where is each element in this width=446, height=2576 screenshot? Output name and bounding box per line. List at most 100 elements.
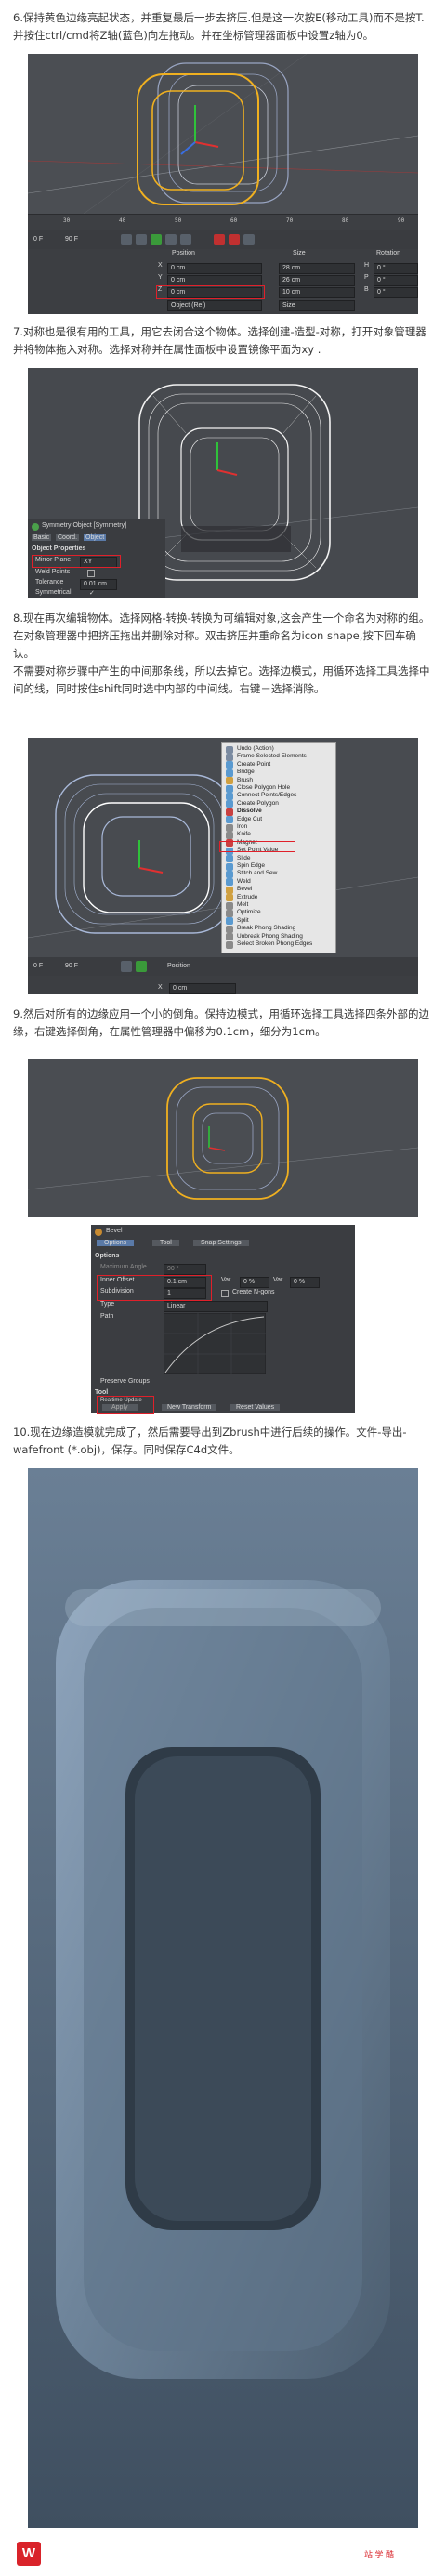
position-header: Position [167, 963, 190, 969]
menu-item-create-point[interactable]: Create Point [237, 761, 270, 768]
step7-screenshot: Symmetry Object [Symmetry] Basic Coord. … [28, 368, 418, 598]
menu-item-icon [226, 933, 233, 941]
current-frame[interactable]: 0 F [33, 236, 43, 243]
menu-item-select-broken-phong-edges[interactable]: Select Broken Phong Edges [237, 940, 312, 947]
size-x-field[interactable]: 28 cm [279, 263, 355, 274]
first-frame-button[interactable] [121, 234, 132, 245]
maximum-angle-value: 90 ° [167, 1266, 179, 1272]
axis-label: Y [158, 274, 163, 281]
render-viewport[interactable] [28, 1468, 418, 2528]
menu-item-connect-points-edges[interactable]: Connect Points/Edges [237, 792, 296, 798]
menu-item-icon [226, 878, 233, 887]
size-z-field[interactable]: 10 cm [279, 287, 355, 298]
rot-b-field[interactable]: 0 ° [374, 287, 418, 298]
prev-frame-button[interactable] [136, 234, 147, 245]
position-x-value: 0 cm [173, 985, 188, 992]
menu-item-unbreak-phong-shading[interactable]: Unbreak Phong Shading [237, 933, 303, 940]
play-button[interactable] [136, 961, 147, 972]
var-field-1[interactable]: 0 % [240, 1277, 269, 1288]
menu-item-knife[interactable]: Knife [237, 831, 251, 837]
new-transform-button[interactable]: New Transform [162, 1404, 217, 1411]
create-ngons-label: Create N-gons [232, 1289, 275, 1295]
tab-snap-settings[interactable]: Snap Settings [193, 1240, 249, 1246]
step9-text: 9.然后对所有的边缘应用一个小的倒角。保持边模式，用循环选择工具选择四条外部的边… [13, 1007, 429, 1038]
position-x-field[interactable]: 0 cm [167, 263, 262, 274]
rot-h-field[interactable]: 0 ° [374, 263, 418, 274]
timeline-ruler[interactable]: 30 40 50 60 70 80 90 [28, 214, 418, 231]
record-button[interactable] [214, 234, 225, 245]
end-frame[interactable]: 90 F [65, 236, 78, 243]
timeline-tick: 40 [119, 217, 126, 224]
step7-text: 7.对称也是很有用的工具，用它去闭合这个物体。选择创建-造型-对称，打开对象管理… [13, 325, 426, 356]
brand-logo: W [17, 2542, 41, 2566]
menu-item-stitch-and-sew[interactable]: Stitch and Sew [237, 870, 277, 876]
maximum-angle-field[interactable]: 90 ° [164, 1264, 206, 1275]
reset-values-button[interactable]: Reset Values [230, 1404, 281, 1411]
menu-item-bevel[interactable]: Bevel [237, 886, 252, 892]
menu-item-split[interactable]: Split [237, 917, 249, 924]
menu-item-spin-edge[interactable]: Spin Edge [237, 862, 265, 869]
coordinate-rows: X 0 cm 28 cm H 0 ° Y 0 cm 26 cm P 0 ° Z … [28, 260, 418, 314]
tab-tool[interactable]: Tool [152, 1240, 179, 1246]
coord-row-x: X 0 cm 28 cm H 0 ° [158, 262, 418, 274]
tab-basic[interactable]: Basic [32, 534, 52, 541]
panel-title: Bevel [106, 1228, 123, 1234]
menu-item-icon [226, 855, 233, 863]
type-select[interactable]: Linear [164, 1301, 268, 1312]
menu-item-edge-cut[interactable]: Edge Cut [237, 816, 262, 822]
coordinate-mode-select[interactable]: Object (Rel) [167, 300, 262, 311]
current-frame[interactable]: 0 F [33, 963, 43, 969]
symmetrical-checkmark[interactable]: ✓ [89, 589, 95, 597]
keyframe-button[interactable] [243, 234, 255, 245]
size-y-field[interactable]: 26 cm [279, 275, 355, 286]
weld-points-checkbox[interactable] [87, 570, 95, 577]
path-curve-graph[interactable] [164, 1313, 266, 1374]
menu-item-bridge[interactable]: Bridge [237, 769, 255, 775]
end-frame[interactable]: 90 F [65, 963, 78, 969]
next-frame-button[interactable] [165, 234, 177, 245]
rot-h-value: 0 ° [377, 265, 386, 271]
menu-item-dissolve[interactable]: Dissolve [237, 808, 262, 814]
menu-item-undo-action[interactable]: Undo (Action) [237, 745, 274, 752]
menu-item-icon [226, 753, 233, 761]
menu-item-frame-selected-elements[interactable]: Frame Selected Elements [237, 753, 307, 759]
menu-item-icon [226, 925, 233, 933]
timeline-tick: 50 [175, 217, 182, 224]
menu-item-brush[interactable]: Brush [237, 777, 253, 783]
menu-item-slide[interactable]: Slide [237, 855, 250, 861]
play-button[interactable] [151, 234, 162, 245]
autokey-button[interactable] [229, 234, 240, 245]
menu-item-extrude[interactable]: Extrude [237, 894, 257, 900]
create-ngons-checkbox[interactable] [221, 1290, 229, 1297]
rot-p-value: 0 ° [377, 277, 386, 283]
menu-item-create-polygon[interactable]: Create Polygon [237, 800, 279, 807]
menu-item-weld[interactable]: Weld [237, 878, 251, 885]
menu-item-melt[interactable]: Melt [237, 901, 248, 908]
symmetrical-label: Symmetrical [35, 589, 72, 596]
var-label-2: Var. [273, 1277, 284, 1283]
menu-item-icon [226, 784, 233, 793]
menu-item-icon [226, 909, 233, 917]
rot-p-field[interactable]: 0 ° [374, 275, 418, 286]
viewport-3d[interactable] [28, 1059, 418, 1217]
first-frame-button[interactable] [121, 961, 132, 972]
menu-item-icon [226, 831, 233, 839]
tab-coord[interactable]: Coord. [56, 534, 80, 541]
menu-item-close-polygon-hole[interactable]: Close Polygon Hole [237, 784, 290, 791]
var-field-2[interactable]: 0 % [290, 1277, 320, 1288]
tolerance-field[interactable]: 0.01 cm [80, 579, 117, 590]
tab-object[interactable]: Object [84, 534, 107, 541]
menu-item-break-phong-shading[interactable]: Break Phong Shading [237, 925, 295, 931]
rot-b-label: B [364, 286, 369, 293]
size-mode-select[interactable]: Size [279, 300, 355, 311]
last-frame-button[interactable] [180, 234, 191, 245]
menu-item-optimize[interactable]: Optimize... [237, 909, 266, 915]
tab-options[interactable]: Options [97, 1240, 135, 1246]
bevel-icon [95, 1229, 102, 1236]
z-highlight-box [156, 285, 265, 299]
step10-text: 10.现在边缘造模就完成了，然后需要导出到Zbrush中进行后续的操作。文件-导… [13, 1426, 407, 1456]
viewport-3d[interactable] [28, 54, 418, 214]
step8-screenshot: Undo (Action) Frame Selected Elements Crea… [28, 738, 418, 981]
position-x-field[interactable]: 0 cm [169, 983, 236, 994]
menu-item-iron[interactable]: Iron [237, 823, 247, 830]
